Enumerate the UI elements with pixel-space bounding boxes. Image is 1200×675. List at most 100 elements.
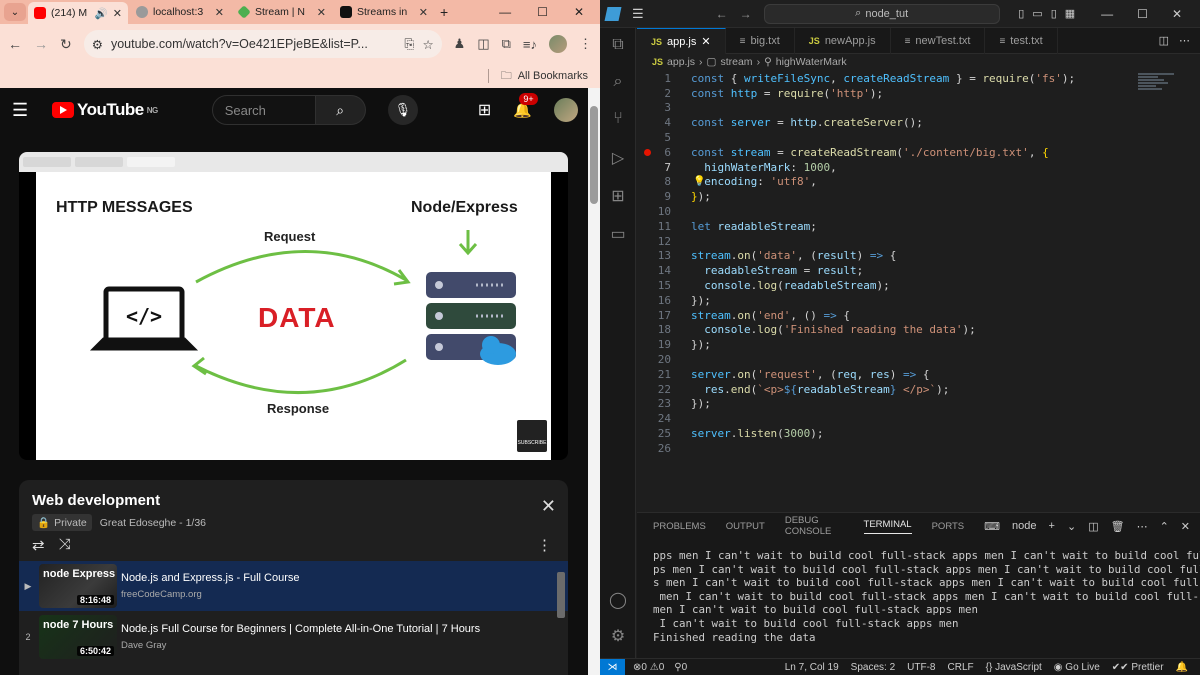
close-window-icon[interactable]: ✕ xyxy=(1172,7,1182,21)
breakpoint-icon[interactable] xyxy=(644,149,651,156)
nav-back-icon[interactable]: ← xyxy=(716,7,728,21)
hamburger-menu-icon[interactable]: ☰ xyxy=(12,100,42,121)
customize-layout-icon[interactable]: ▦ xyxy=(1065,7,1075,20)
create-video-icon[interactable]: ⊞ xyxy=(478,100,491,120)
indentation[interactable]: Spaces: 2 xyxy=(851,662,895,673)
tab-problems[interactable]: PROBLEMS xyxy=(653,521,706,532)
extensions-icon[interactable]: ⊞ xyxy=(609,186,627,205)
split-editor-icon[interactable]: ◫ xyxy=(1159,34,1169,47)
close-playlist-icon[interactable]: ✕ xyxy=(541,496,556,517)
close-window-icon[interactable]: ✕ xyxy=(574,5,584,19)
lightbulb-icon[interactable]: 💡 xyxy=(693,176,705,187)
tab-big-txt[interactable]: ≡ big.txt xyxy=(726,28,795,54)
source-control-icon[interactable]: ⑂ xyxy=(609,110,627,128)
terminal-output[interactable]: pps men I can't wait to build cool full-… xyxy=(637,539,1200,644)
toggle-sidebar-icon[interactable]: ▯ xyxy=(1018,7,1024,20)
explorer-icon[interactable]: ⧉ xyxy=(609,36,627,54)
tab-test-txt[interactable]: ≡ test.txt xyxy=(985,28,1058,54)
profile-avatar[interactable] xyxy=(549,35,567,53)
more-actions-icon[interactable]: ⋯ xyxy=(1137,520,1148,533)
tab-output[interactable]: OUTPUT xyxy=(726,521,765,532)
chevron-down-icon[interactable]: ⌄ xyxy=(1067,520,1076,533)
user-avatar[interactable] xyxy=(554,98,578,122)
bookmark-star-icon[interactable]: ☆ xyxy=(422,37,433,52)
close-tab-icon[interactable]: ✕ xyxy=(113,7,122,20)
maximize-panel-icon[interactable]: ⌃ xyxy=(1160,520,1169,533)
split-terminal-icon[interactable]: ◫ xyxy=(1088,520,1098,533)
reload-icon[interactable]: ↻ xyxy=(60,36,72,53)
breadcrumb-symbol[interactable]: stream xyxy=(720,56,752,68)
run-debug-icon[interactable]: ▷ xyxy=(609,148,627,167)
nav-forward-icon[interactable]: → xyxy=(740,7,752,21)
trash-icon[interactable]: 🗑 xyxy=(1111,520,1125,533)
minimap[interactable] xyxy=(1138,72,1178,98)
all-bookmarks-link[interactable]: All Bookmarks xyxy=(518,70,588,82)
new-terminal-icon[interactable]: + xyxy=(1049,520,1055,532)
playlist-title[interactable]: Web development xyxy=(32,492,160,509)
language-mode[interactable]: {} JavaScript xyxy=(986,662,1042,673)
tab-localhost[interactable]: localhost:3 ✕ xyxy=(130,2,230,22)
omnibox[interactable]: ⚙ youtube.com/watch?v=Oe421EPjeBE&list=P… xyxy=(83,30,442,58)
tab-newtest-txt[interactable]: ≡ newTest.txt xyxy=(891,28,986,54)
file-encoding[interactable]: UTF-8 xyxy=(907,662,935,673)
voice-search-button[interactable]: 🎙 xyxy=(387,95,418,125)
search-input[interactable]: Search xyxy=(211,95,316,125)
tab-ports[interactable]: PORTS xyxy=(932,521,965,532)
url-text[interactable]: youtube.com/watch?v=Oe421EPjeBE&list=P..… xyxy=(111,37,396,51)
channel-name[interactable]: Dave Gray xyxy=(121,640,480,651)
remote-explorer-icon[interactable]: ▭ xyxy=(609,224,627,243)
close-tab-icon[interactable]: ✕ xyxy=(701,35,710,48)
site-info-icon[interactable]: ⚙ xyxy=(92,37,103,52)
speaker-icon[interactable]: 🔊 xyxy=(95,7,108,20)
toggle-panel-icon[interactable]: ▭ xyxy=(1032,7,1042,20)
close-tab-icon[interactable]: ✕ xyxy=(419,6,428,19)
extensions-puzzle-icon[interactable]: ⧉ xyxy=(502,36,511,52)
media-controls-icon[interactable]: ≡♪ xyxy=(523,37,537,52)
tab-newapp-js[interactable]: JS newApp.js xyxy=(795,28,891,54)
close-panel-icon[interactable]: ✕ xyxy=(1181,520,1190,533)
remote-indicator-icon[interactable]: ⋊ xyxy=(600,658,625,675)
menu-icon[interactable]: ☰ xyxy=(632,6,644,22)
playlist-more-icon[interactable]: ⋮ xyxy=(537,536,552,554)
more-actions-icon[interactable]: ⋯ xyxy=(1179,34,1190,47)
forward-icon[interactable]: → xyxy=(34,36,48,52)
maximize-icon[interactable]: ☐ xyxy=(1137,7,1148,21)
cursor-position[interactable]: Ln 7, Col 19 xyxy=(785,662,839,673)
video-thumbnail[interactable]: node 7 Hours 6:50:42 xyxy=(39,615,117,659)
video-title[interactable]: Node.js and Express.js - Full Course xyxy=(121,572,300,584)
youtube-logo[interactable]: YouTube NG xyxy=(52,100,158,120)
playlist-owner[interactable]: Great Edoseghe - 1/36 xyxy=(100,517,206,529)
close-tab-icon[interactable]: ✕ xyxy=(215,6,224,19)
tab-stream[interactable]: Stream | N ✕ xyxy=(232,2,332,22)
video-thumbnail[interactable]: node Express 8:16:48 xyxy=(39,564,117,608)
problems-status[interactable]: ⊗0 ⚠0 xyxy=(633,662,664,673)
go-live-button[interactable]: ◉ Go Live xyxy=(1054,662,1100,673)
tab-youtube[interactable]: (214) M 🔊 ✕ xyxy=(28,2,128,24)
code-editor[interactable]: 1 const { writeFileSync, createReadStream… xyxy=(637,71,1177,511)
tab-debug-console[interactable]: DEBUG CONSOLE xyxy=(785,515,844,537)
command-center[interactable]: ⌕ node_tut xyxy=(763,3,1000,24)
tab-terminal[interactable]: TERMINAL xyxy=(863,519,912,534)
tab-streams-medium[interactable]: Streams in ✕ xyxy=(334,2,434,22)
loop-icon[interactable]: ⇄ xyxy=(32,536,45,554)
search-button[interactable]: ⌕ xyxy=(315,95,366,125)
search-icon[interactable]: ⌕ xyxy=(609,73,627,91)
tab-search-button[interactable]: ⌄ xyxy=(4,3,26,21)
end-of-line[interactable]: CRLF xyxy=(948,662,974,673)
video-player[interactable]: HTTP MESSAGES Node/Express Request Respo… xyxy=(19,152,568,460)
extension-icon-2[interactable]: ◫ xyxy=(477,36,489,52)
close-tab-icon[interactable]: ✕ xyxy=(317,6,326,19)
tab-app-js[interactable]: JS app.js ✕ xyxy=(637,28,726,54)
playlist-scrollbar[interactable] xyxy=(557,572,565,618)
new-tab-button[interactable]: + xyxy=(436,4,452,20)
terminal-name[interactable]: node xyxy=(1012,520,1036,532)
menu-dots-icon[interactable]: ⋮ xyxy=(579,36,592,52)
channel-name[interactable]: freeCodeCamp.org xyxy=(121,589,300,600)
subscribe-badge[interactable]: SUBSCRIBE xyxy=(517,420,547,452)
breadcrumb-property[interactable]: highWaterMark xyxy=(776,56,847,68)
prettier-status[interactable]: ✔✔ Prettier xyxy=(1112,662,1164,673)
maximize-icon[interactable]: ☐ xyxy=(537,5,548,19)
ports-status[interactable]: ⚲0 xyxy=(674,662,687,673)
install-icon[interactable]: ⎘ xyxy=(404,37,414,52)
account-icon[interactable]: ◯ xyxy=(609,590,627,609)
